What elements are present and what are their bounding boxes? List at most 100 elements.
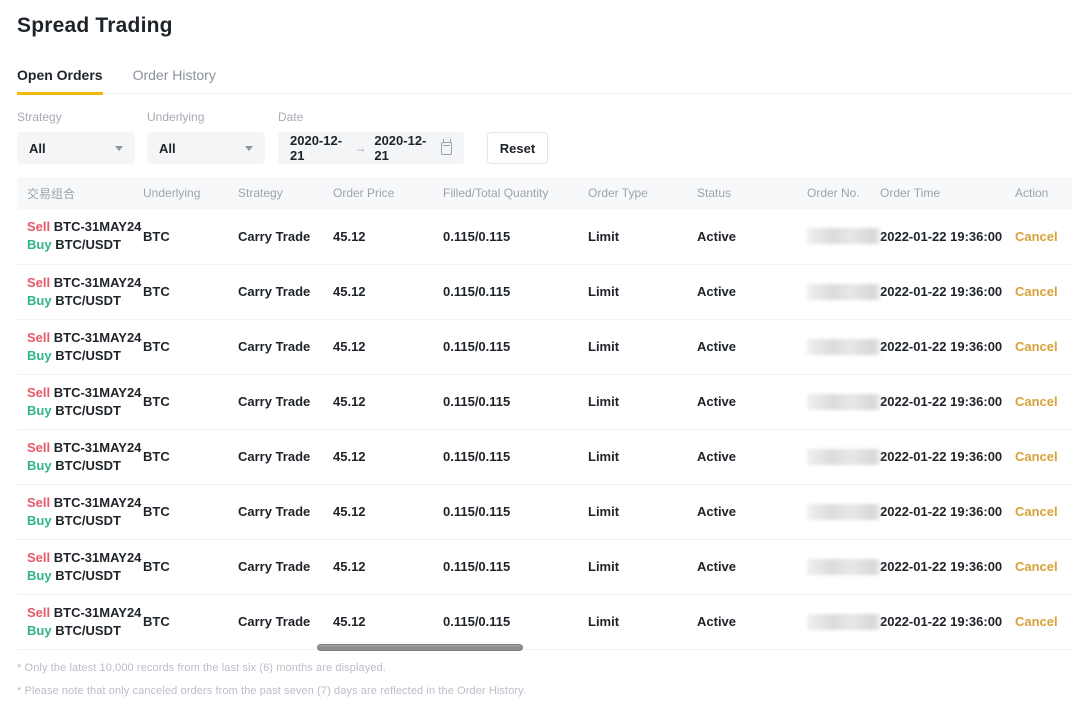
col-header-order-no: Order No. [807, 177, 880, 209]
order-no-cell [807, 484, 880, 539]
filled-total-cell: 0.115/0.115 [443, 484, 588, 539]
buy-instrument: BTC/USDT [55, 403, 121, 418]
order-type-cell: Limit [588, 484, 697, 539]
order-time-cell: 2022-01-22 19:36:00 [880, 429, 1015, 484]
table-row: Sell BTC-31MAY24 Buy BTC/USDT BTC Carry … [17, 539, 1072, 594]
cancel-order-link[interactable]: Cancel [1015, 614, 1058, 629]
pair-cell: Sell BTC-31MAY24 Buy BTC/USDT [17, 209, 143, 264]
arrow-right-icon: → [354, 141, 366, 155]
strategy-cell: Carry Trade [238, 539, 333, 594]
table-row: Sell BTC-31MAY24 Buy BTC/USDT BTC Carry … [17, 264, 1072, 319]
buy-instrument: BTC/USDT [55, 623, 121, 638]
buy-side-label: Buy [27, 403, 52, 418]
horizontal-scrollbar-thumb[interactable] [317, 644, 523, 651]
order-type-cell: Limit [588, 264, 697, 319]
pair-cell: Sell BTC-31MAY24 Buy BTC/USDT [17, 374, 143, 429]
action-cell: Cancel [1015, 539, 1072, 594]
cancel-order-link[interactable]: Cancel [1015, 339, 1058, 354]
strategy-filter: Strategy All [17, 110, 135, 164]
sell-leg: Sell BTC-31MAY24 [27, 439, 143, 457]
order-no-redacted [807, 504, 880, 520]
sell-instrument: BTC-31MAY24 [54, 219, 142, 234]
order-type-cell: Limit [588, 594, 697, 649]
sell-leg: Sell BTC-31MAY24 [27, 494, 143, 512]
filled-total-cell: 0.115/0.115 [443, 429, 588, 484]
filled-total-cell: 0.115/0.115 [443, 374, 588, 429]
action-cell: Cancel [1015, 374, 1072, 429]
sell-instrument: BTC-31MAY24 [54, 550, 142, 565]
col-header-underlying: Underlying [143, 177, 238, 209]
order-no-cell [807, 429, 880, 484]
status-cell: Active [697, 374, 807, 429]
table-row: Sell BTC-31MAY24 Buy BTC/USDT BTC Carry … [17, 374, 1072, 429]
pair-cell: Sell BTC-31MAY24 Buy BTC/USDT [17, 484, 143, 539]
buy-side-label: Buy [27, 513, 52, 528]
cancel-order-link[interactable]: Cancel [1015, 504, 1058, 519]
sell-leg: Sell BTC-31MAY24 [27, 218, 143, 236]
status-cell: Active [697, 484, 807, 539]
status-cell: Active [697, 319, 807, 374]
buy-leg: Buy BTC/USDT [27, 402, 143, 420]
strategy-cell: Carry Trade [238, 264, 333, 319]
order-type-cell: Limit [588, 539, 697, 594]
order-no-cell [807, 264, 880, 319]
tab-order-history[interactable]: Order History [133, 67, 216, 93]
sell-leg: Sell BTC-31MAY24 [27, 604, 143, 622]
underlying-select[interactable]: All [147, 132, 265, 164]
col-header-strategy: Strategy [238, 177, 333, 209]
sell-side-label: Sell [27, 495, 50, 510]
action-cell: Cancel [1015, 209, 1072, 264]
sell-instrument: BTC-31MAY24 [54, 385, 142, 400]
buy-instrument: BTC/USDT [55, 348, 121, 363]
order-time-cell: 2022-01-22 19:36:00 [880, 319, 1015, 374]
order-time-cell: 2022-01-22 19:36:00 [880, 374, 1015, 429]
cancel-order-link[interactable]: Cancel [1015, 284, 1058, 299]
sell-instrument: BTC-31MAY24 [54, 275, 142, 290]
end-date-value: 2020-12-21 [374, 133, 430, 163]
strategy-label: Strategy [17, 110, 135, 124]
sell-instrument: BTC-31MAY24 [54, 605, 142, 620]
cancel-order-link[interactable]: Cancel [1015, 559, 1058, 574]
order-no-redacted [807, 284, 880, 300]
order-no-cell [807, 539, 880, 594]
order-no-cell [807, 319, 880, 374]
cancel-order-link[interactable]: Cancel [1015, 449, 1058, 464]
strategy-select[interactable]: All [17, 132, 135, 164]
order-no-redacted [807, 449, 880, 465]
sell-leg: Sell BTC-31MAY24 [27, 549, 143, 567]
underlying-cell: BTC [143, 319, 238, 374]
order-time-cell: 2022-01-22 19:36:00 [880, 539, 1015, 594]
sell-leg: Sell BTC-31MAY24 [27, 329, 143, 347]
buy-side-label: Buy [27, 348, 52, 363]
reset-button[interactable]: Reset [487, 132, 548, 164]
spread-trading-page: Spread Trading Open Orders Order History… [0, 14, 1088, 697]
order-no-redacted [807, 394, 880, 410]
tab-bar: Open Orders Order History [17, 67, 1072, 94]
buy-instrument: BTC/USDT [55, 293, 121, 308]
order-no-cell [807, 374, 880, 429]
order-no-cell [807, 209, 880, 264]
sell-side-label: Sell [27, 275, 50, 290]
sell-side-label: Sell [27, 605, 50, 620]
cancel-order-link[interactable]: Cancel [1015, 394, 1058, 409]
order-no-redacted [807, 614, 880, 630]
buy-side-label: Buy [27, 568, 52, 583]
date-range-picker[interactable]: 2020-12-21 → 2020-12-21 [278, 132, 464, 164]
status-cell: Active [697, 209, 807, 264]
cancel-order-link[interactable]: Cancel [1015, 229, 1058, 244]
sell-side-label: Sell [27, 330, 50, 345]
tab-open-orders[interactable]: Open Orders [17, 67, 103, 95]
table-row: Sell BTC-31MAY24 Buy BTC/USDT BTC Carry … [17, 209, 1072, 264]
status-cell: Active [697, 429, 807, 484]
table-header: 交易组合 Underlying Strategy Order Price Fil… [17, 177, 1072, 209]
sell-instrument: BTC-31MAY24 [54, 495, 142, 510]
footnotes: * Only the latest 10,000 records from th… [17, 662, 1072, 697]
order-time-cell: 2022-01-22 19:36:00 [880, 209, 1015, 264]
table-row: Sell BTC-31MAY24 Buy BTC/USDT BTC Carry … [17, 429, 1072, 484]
sell-side-label: Sell [27, 440, 50, 455]
order-price-cell: 45.12 [333, 319, 443, 374]
pair-cell: Sell BTC-31MAY24 Buy BTC/USDT [17, 429, 143, 484]
calendar-icon [441, 142, 452, 155]
col-header-action: Action [1015, 177, 1072, 209]
order-time-cell: 2022-01-22 19:36:00 [880, 594, 1015, 649]
